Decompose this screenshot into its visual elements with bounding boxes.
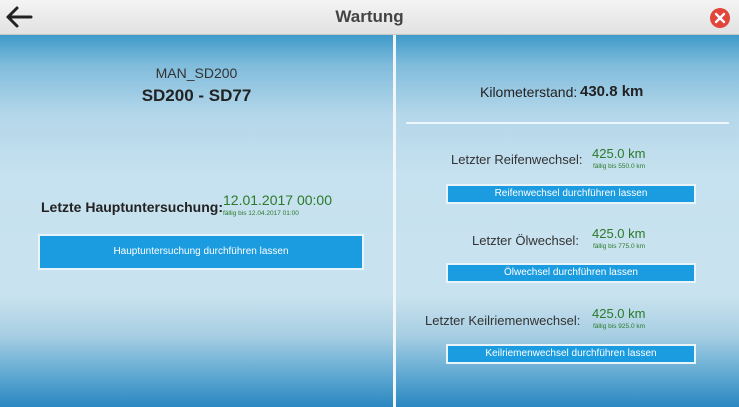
oil-label: Letzter Ölwechsel: [472, 233, 579, 248]
oil-value: 425.0 km [592, 226, 646, 241]
tire-label: Letzter Reifenwechsel: [451, 152, 583, 167]
oil-button[interactable]: Ölwechsel durchführen lassen [446, 263, 696, 283]
section-divider [406, 122, 729, 124]
vehicle-name: SD200 - SD77 [141, 86, 252, 105]
belt-due: fällig bis 925.0 km [593, 323, 646, 330]
tire-button[interactable]: Reifenwechsel durchführen lassen [446, 184, 696, 204]
close-icon [714, 12, 726, 24]
km-label: Kilometerstand: [480, 84, 578, 100]
hu-button[interactable]: Hauptuntersuchung durchführen lassen [38, 234, 364, 270]
belt-label: Letzter Keilriemenwechsel: [425, 313, 581, 328]
hu-due: fällig bis 12.04.2017 01:00 [223, 210, 299, 217]
belt-button[interactable]: Keilriemenwechsel durchführen lassen [446, 344, 696, 364]
tire-due: fällig bis 550.0 km [593, 163, 646, 170]
km-value: 430.8 km [580, 83, 644, 100]
oil-due: fällig bis 775.0 km [593, 243, 646, 250]
belt-value: 425.0 km [592, 306, 646, 321]
hu-date: 12.01.2017 00:00 [223, 192, 332, 208]
hu-label: Letzte Hauptuntersuchung: [41, 199, 223, 215]
vehicle-id: MAN_SD200 [155, 65, 238, 81]
close-button[interactable] [710, 8, 730, 28]
window-title: Wartung [335, 7, 404, 26]
title-bar: Wartung [0, 0, 739, 35]
tire-value: 425.0 km [592, 146, 646, 161]
